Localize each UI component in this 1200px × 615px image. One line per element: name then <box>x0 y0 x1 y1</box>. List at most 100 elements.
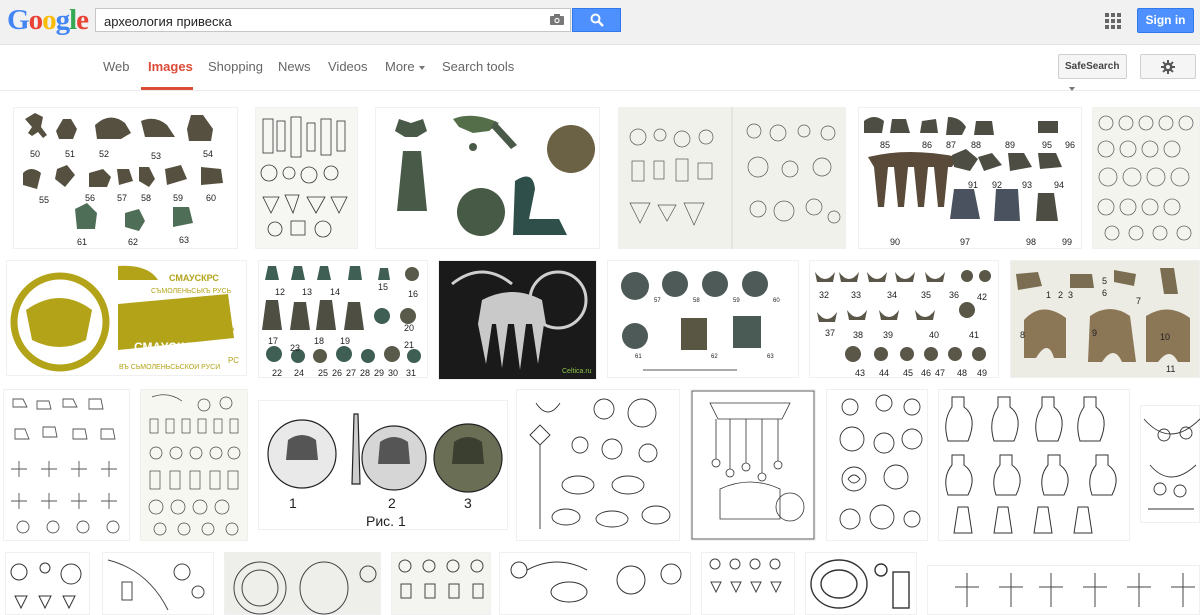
image-result-row4-1[interactable] <box>5 552 90 615</box>
settings-button[interactable] <box>1140 54 1196 79</box>
image-content <box>10 562 82 610</box>
image-result-yellow-inscription-pendant[interactable]: СМАУСКРС СЪМОЛЕНЬСЬКЪ РУСЬ ЗСТ ЖЕСТЬ СМА… <box>6 260 247 376</box>
search-button[interactable] <box>572 8 621 32</box>
item-number: 43 <box>855 368 866 378</box>
item-number: 14 <box>330 287 341 297</box>
image-result-bird-pendants-numbered[interactable]: 85 86 87 88 89 95 96 91 92 93 94 90 97 9… <box>858 107 1082 249</box>
item-number: 38 <box>853 330 864 340</box>
image-content <box>810 559 910 609</box>
image-content <box>510 561 682 603</box>
image-content <box>529 398 671 529</box>
item-number: 33 <box>851 290 862 300</box>
image-content <box>107 559 205 611</box>
inscription-text: ЗСТ <box>211 312 229 322</box>
safesearch-dropdown[interactable]: SafeSearch <box>1058 54 1127 92</box>
image-result-row4-3[interactable] <box>224 552 381 615</box>
item-number: 1 <box>289 495 297 511</box>
item-number: 25 <box>318 368 329 378</box>
image-result-necklace-drawing[interactable] <box>1140 405 1200 523</box>
image-result-patina-pendants-numbered[interactable]: 12 13 14 15 16 17 18 19 20 21 22 23 24 2… <box>258 260 428 378</box>
item-number: 88 <box>971 140 982 150</box>
image-result-pendant-drawings-page[interactable] <box>255 107 358 249</box>
item-number: 36 <box>949 290 960 300</box>
apps-grid-icon[interactable] <box>1105 13 1121 29</box>
image-result-green-bronze-pendants[interactable] <box>375 107 600 249</box>
tab-images[interactable]: Images <box>148 59 193 74</box>
google-logo[interactable]: Google <box>7 4 89 37</box>
item-number: 63 <box>179 235 190 245</box>
camera-icon[interactable] <box>550 14 564 25</box>
logo-letter: l <box>69 4 77 36</box>
safesearch-label: SafeSearch <box>1065 61 1120 72</box>
active-tab-indicator <box>141 87 193 90</box>
item-number: 1 <box>1046 290 1052 300</box>
tab-news[interactable]: News <box>278 59 311 74</box>
inscription-text: СМАУСКРС <box>169 273 219 283</box>
image-result-row4-7[interactable] <box>805 552 917 615</box>
image-result-spiral-pendants-drawing[interactable] <box>826 389 928 541</box>
image-content <box>262 266 421 363</box>
tab-search-tools[interactable]: Search tools <box>442 59 514 74</box>
image-result-catalog-two-pages[interactable] <box>618 107 846 249</box>
image-result-row4-8[interactable] <box>927 565 1200 615</box>
image-result-bird-cross-sketches[interactable] <box>3 389 130 541</box>
item-number: 62 <box>128 237 139 247</box>
item-number: 59 <box>173 193 184 203</box>
sign-in-button[interactable]: Sign in <box>1137 8 1194 33</box>
item-number: 54 <box>203 149 214 159</box>
item-number: 50 <box>30 149 41 159</box>
watermark-text: Celtica.ru <box>562 368 592 375</box>
logo-letter: o <box>28 4 43 36</box>
image-result-rings-pendants-drawing[interactable] <box>516 389 680 541</box>
item-number: 98 <box>1026 237 1037 247</box>
item-number: 27 <box>346 368 357 378</box>
item-number: 57 <box>117 193 128 203</box>
search-input[interactable]: археология привеска <box>95 8 571 32</box>
item-number: 47 <box>935 368 946 378</box>
item-number: 99 <box>1062 237 1073 247</box>
image-content <box>1097 115 1194 241</box>
image-result-row4-2[interactable] <box>102 552 214 615</box>
image-result-bronze-animal-pendants[interactable]: 50 51 52 53 54 55 56 57 58 59 60 61 62 6… <box>13 107 238 249</box>
item-number: 96 <box>1065 140 1076 150</box>
image-result-lunula-pendants-numbered[interactable]: 32 33 34 35 36 42 37 38 39 40 41 43 44 4… <box>809 260 999 378</box>
image-result-axe-amulets-photo[interactable]: 1 2 3 5 6 7 8 9 10 11 <box>1010 260 1200 378</box>
tab-web[interactable]: Web <box>103 59 130 74</box>
image-result-row4-5[interactable] <box>499 552 691 615</box>
image-content <box>709 558 782 594</box>
tab-more[interactable]: More <box>385 59 425 74</box>
image-content <box>629 107 841 249</box>
item-number: 63 <box>767 354 774 360</box>
item-number: 15 <box>378 282 389 292</box>
inscription-text: ЖЕСТЬ <box>206 324 235 333</box>
search-nav: Web Images Shopping News Videos More Sea… <box>0 45 1200 91</box>
item-number: 8 <box>1020 330 1026 340</box>
item-number: 37 <box>825 328 836 338</box>
item-number: 46 <box>921 368 932 378</box>
item-number: 59 <box>733 298 740 304</box>
image-content <box>691 390 815 540</box>
item-number: 45 <box>903 368 914 378</box>
image-result-coin-pendants-sheet[interactable] <box>1092 107 1200 249</box>
item-number: 22 <box>272 368 283 378</box>
image-content <box>1143 418 1200 510</box>
item-number: 58 <box>141 193 152 203</box>
image-result-round-square-pendants[interactable]: 57 58 59 60 61 62 63 <box>607 260 799 378</box>
image-result-row4-6[interactable] <box>701 552 795 615</box>
image-result-three-round-pendants[interactable]: 1 2 3 Рис. 1 <box>258 400 508 530</box>
search-query-text[interactable]: археология привеска <box>104 14 232 29</box>
item-number: 40 <box>929 330 940 340</box>
image-result-row4-4[interactable] <box>391 552 491 615</box>
image-result-silver-pendant-dark[interactable]: Celtica.ru <box>438 260 597 380</box>
image-content <box>148 394 241 536</box>
item-number: 13 <box>302 287 313 297</box>
item-number: 57 <box>654 298 661 304</box>
image-result-chain-pendant-drawing[interactable] <box>690 389 816 541</box>
item-number: 18 <box>314 336 325 346</box>
image-result-dense-pendant-sheet[interactable] <box>140 389 248 541</box>
image-result-axe-pendants-drawing[interactable] <box>938 389 1130 541</box>
item-number: 3 <box>464 495 472 511</box>
tab-videos[interactable]: Videos <box>328 59 368 74</box>
magnifier-icon <box>590 13 604 27</box>
tab-shopping[interactable]: Shopping <box>208 59 263 74</box>
